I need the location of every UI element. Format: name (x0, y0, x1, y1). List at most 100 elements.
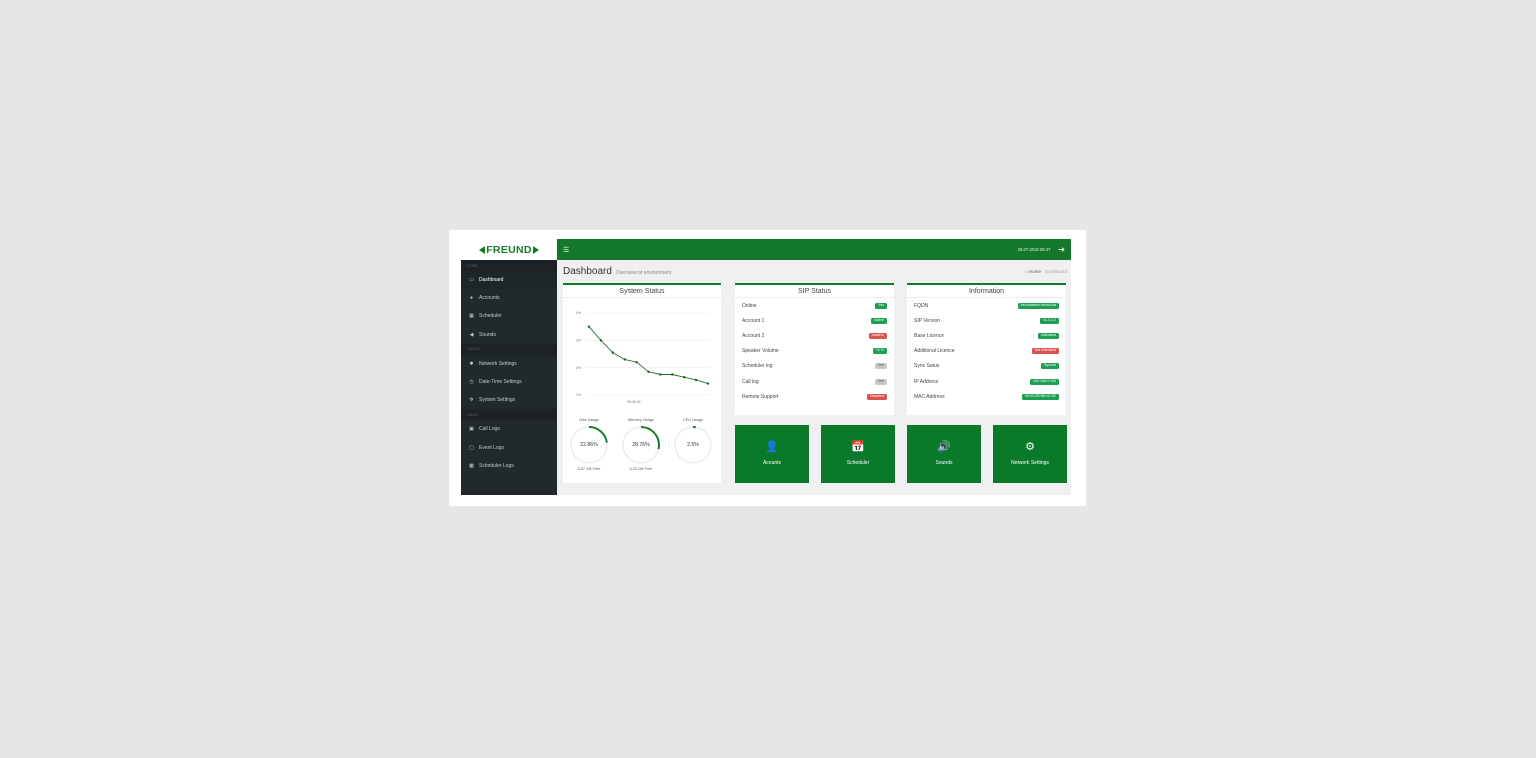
sidebar-item-label: Event Logs (479, 444, 505, 451)
logo-area[interactable]: FREUND (461, 239, 557, 260)
sidebar-item-label: Accounts (479, 295, 500, 302)
sip-value-badge: 70 % (872, 348, 887, 355)
info-label: SIP Version (914, 317, 941, 324)
sidebar-item-sounds[interactable]: ◀ Sounds (461, 326, 557, 344)
tile-label: Scheduler (846, 460, 870, 466)
sip-status-panel: SIP Status Online Yes Account 1 Active Accou… (735, 283, 894, 415)
sidebar-item-label: Dashboard (479, 277, 504, 284)
gauge-ring: 2.5% (673, 425, 713, 465)
sip-row-call-log: Call log See (735, 374, 894, 389)
tile-label: Sounds (935, 460, 953, 466)
data-point (635, 361, 638, 364)
data-point (611, 351, 614, 354)
page-subtitle: Overview of environment (615, 270, 672, 276)
tile-label: Acounts (762, 460, 782, 466)
event-log-icon: ▢ (469, 444, 474, 451)
sip-value-badge[interactable]: See (874, 363, 887, 370)
sidebar-item-system-settings[interactable]: ✲ System Settings (461, 391, 557, 409)
user-icon: 👤 (765, 441, 779, 453)
calendar-icon: ▦ (469, 313, 474, 320)
gauge-free-space: 3.57 GB Free (577, 467, 601, 471)
cpu-usage-line-chart: 4% 3% 2% 1% 09:46:34 (576, 311, 710, 404)
sidebar-item-label: Sounds (479, 331, 496, 338)
sip-label: Call log (742, 378, 759, 385)
sidebar-item-label: Scheduler (479, 313, 502, 320)
sip-label: Account 2 (742, 332, 765, 339)
sidebar-item-event-logs[interactable]: ▢ Event Logs (461, 439, 557, 457)
sidebar-item-label: Call Logs (479, 426, 500, 433)
info-label: FQDN (914, 302, 929, 309)
sidebar-item-label: Date-Time Settings (479, 379, 522, 386)
info-row-sip-version: SIP Version v1.0.1.2 (907, 313, 1066, 328)
sidebar-item-dashboard[interactable]: ▭ Dashboard (461, 271, 557, 290)
datetime-display: 26.07.2018 09:47 (1017, 247, 1051, 252)
app-window: FREUND ☰ 26.07.2018 09:47 ➔ CORE ▭ Dashboa… (461, 239, 1071, 495)
breadcrumb-home-label: Home (1028, 269, 1041, 274)
y-tick-label: 1% (576, 393, 581, 397)
sidebar-item-accounts[interactable]: ● Accounts (461, 289, 557, 307)
tile-acounts-button[interactable]: 👤 Acounts (735, 425, 809, 483)
page-title: Dashboard (563, 266, 612, 277)
sidebar-item-label: Scheduler Logs (479, 462, 514, 469)
calendar-log-icon: ▦ (469, 462, 474, 469)
logo-arrow-left-icon (479, 245, 486, 254)
info-label: MAC Address (914, 393, 945, 400)
sidebar-item-scheduler-logs[interactable]: ▦ Scheduler Logs (461, 457, 557, 475)
screenshot-frame: FREUND ☰ 26.07.2018 09:47 ➔ CORE ▭ Dashboa… (449, 230, 1086, 506)
data-point (694, 378, 698, 382)
sip-row-account-1: Account 1 Active (735, 313, 894, 328)
speaker-icon: 🔊 (937, 441, 951, 453)
system-status-title: System Status (563, 285, 721, 298)
sidebar-section-logs: LOGS (461, 409, 557, 421)
sidebar-item-date-time-settings[interactable]: ◷ Date-Time Settings (461, 373, 557, 391)
info-row-mac-address: MAC Address 00:01:2B:9B:1C:4E (907, 389, 1066, 404)
series-line (588, 326, 709, 384)
breadcrumb-home[interactable]: ⌂ Home (1025, 269, 1041, 274)
logout-icon[interactable]: ➔ (1058, 245, 1065, 254)
sip-row-account-2: Account 2 Inactive (735, 328, 894, 343)
data-point (647, 370, 650, 373)
y-tick-label: 4% (576, 311, 581, 315)
data-point (599, 339, 603, 342)
data-point (587, 325, 591, 328)
info-value-badge: Synced (1041, 363, 1059, 370)
info-value-badge: freundalarm.freund.ba (1017, 302, 1059, 309)
sip-value-badge[interactable]: See (874, 378, 887, 385)
home-icon: ⌂ (1024, 269, 1028, 274)
gauge-value: 22.86% (580, 442, 598, 448)
info-value-badge: Not Activated (1031, 348, 1059, 355)
sidebar-section-core: CORE (461, 260, 557, 271)
tile-scheduler-button[interactable]: 📅 Scheduler (821, 425, 895, 483)
y-tick-label: 2% (576, 366, 581, 370)
gear-icon: ⚙ (1025, 441, 1035, 453)
data-point (671, 373, 674, 376)
gauge-ring: 22.86% (569, 425, 609, 465)
info-value-badge: 192.168.0.194 (1030, 378, 1059, 385)
sip-value-badge: Yes (875, 302, 887, 309)
freund-logo: FREUND (479, 244, 539, 256)
sip-value-badge: Active (871, 317, 887, 324)
tile-sounds-button[interactable]: 🔊 Sounds (907, 425, 981, 483)
gauge-cpu-usage: CPU Usage 2.5% (668, 418, 718, 465)
sidebar-item-label: Network Settings (479, 360, 517, 367)
sidebar-item-scheduler[interactable]: ▦ Scheduler (461, 307, 557, 325)
breadcrumb: ⌂ Home Dashboard (1025, 269, 1067, 274)
hamburger-icon[interactable]: ☰ (563, 246, 573, 254)
sip-label: Remote Support (742, 393, 779, 400)
info-row-additional-licence: Additional Licence Not Activated (907, 344, 1066, 359)
sidebar: CORE ▭ Dashboard ● Accounts ▦ Scheduler ◀ Sounds… (461, 260, 557, 495)
sidebar-item-network-settings[interactable]: ✱ Network Settings (461, 355, 557, 373)
sidebar-item-label: System Settings (479, 397, 516, 404)
clock-icon: ◷ (469, 379, 474, 386)
gauge-value: 2.5% (687, 442, 699, 448)
sip-status-title: SIP Status (735, 285, 894, 298)
info-value-badge: v1.0.1.2 (1040, 317, 1059, 324)
tile-label: Network Settings (1011, 460, 1049, 466)
gear-icon: ✱ (469, 360, 474, 367)
info-label: Additional Licence (914, 348, 955, 355)
top-bar: ☰ 26.07.2018 09:47 ➔ (557, 239, 1071, 260)
sip-row-speaker-volume: Speaker Volume 70 % (735, 344, 894, 359)
tile-network-settings-button[interactable]: ⚙ Network Settings (993, 425, 1067, 483)
user-icon: ● (469, 295, 474, 302)
sidebar-item-call-logs[interactable]: ▣ Call Logs (461, 420, 557, 438)
